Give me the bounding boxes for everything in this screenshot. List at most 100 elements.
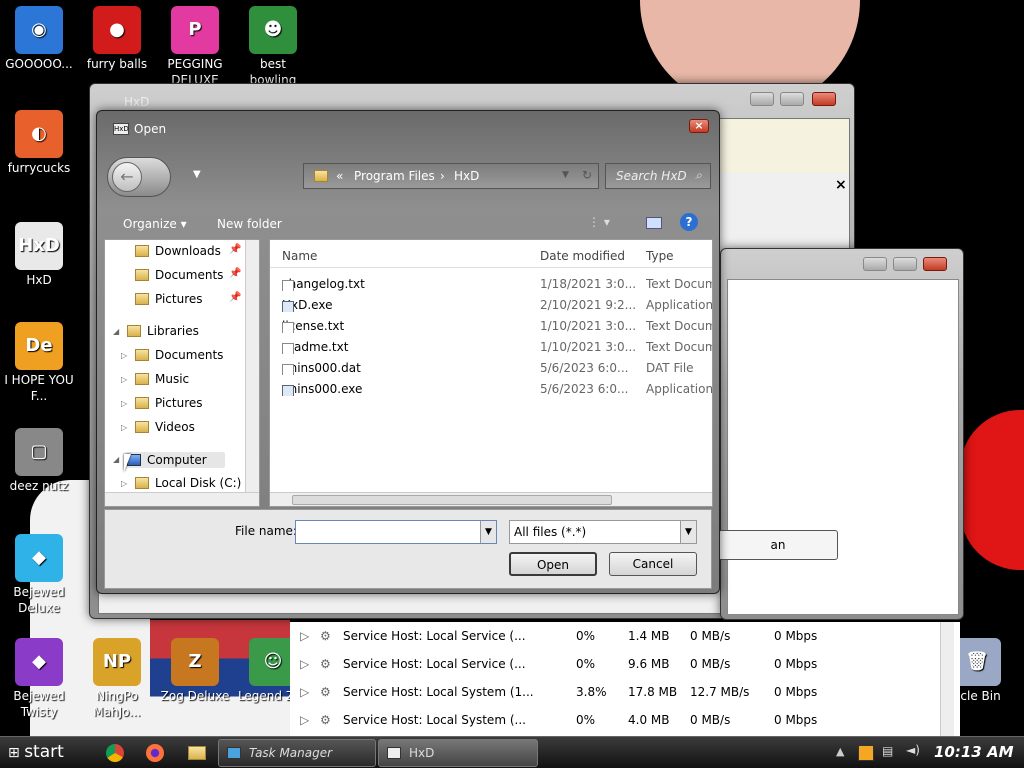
desktop-icon[interactable]: Z Zog Deluxe [158, 638, 232, 704]
desktop-icon[interactable]: NP NingPo MahJo... [80, 638, 154, 720]
list-item[interactable]: HxD.exe 2/10/2021 9:2... Application [270, 295, 712, 316]
tree-expand-icon[interactable]: ▷ [121, 479, 127, 488]
column-name[interactable]: Name [282, 249, 317, 263]
list-item[interactable]: license.txt 1/10/2021 3:0... Text Docume [270, 316, 712, 337]
desktop-icon[interactable]: ☻ best bowling [236, 6, 310, 88]
file-list[interactable]: Name Date modified Type changelog.txt 1/1… [269, 239, 713, 507]
search-input[interactable]: Search HxD ⌕ [605, 163, 711, 189]
volume-icon[interactable]: ◄) [906, 743, 920, 757]
desktop-icon[interactable]: HxD HxD [2, 222, 76, 288]
address-bar[interactable]: « Program Files › HxD ▼ ↻ [303, 163, 599, 189]
expand-chevron-icon[interactable]: ▷ [300, 629, 309, 643]
nav-item[interactable]: Documents 📌 [135, 268, 241, 282]
breadcrumb-overflow[interactable]: « [336, 169, 343, 183]
tree-expand-icon[interactable]: ◢ [113, 455, 119, 464]
list-item[interactable]: readme.txt 1/10/2021 3:0... Text Docume [270, 337, 712, 358]
tree-expand-icon[interactable]: ▷ [121, 375, 127, 384]
breadcrumb-program-files[interactable]: Program Files [354, 169, 435, 183]
file-hscrollbar[interactable] [270, 492, 712, 506]
tm-minimize-button[interactable] [863, 257, 887, 271]
expand-chevron-icon[interactable]: ▷ [300, 657, 309, 671]
address-dropdown-icon[interactable]: ▼ [562, 170, 569, 180]
open-dialog-close-button[interactable]: × [689, 119, 709, 133]
refresh-icon[interactable]: ↻ [582, 168, 592, 182]
tm-maximize-button[interactable] [893, 257, 917, 271]
desktop-icon[interactable]: ● furry balls [80, 6, 154, 72]
nav-item[interactable]: Downloads 📌 [135, 244, 241, 258]
file-name-dropdown-icon[interactable]: ▼ [480, 521, 496, 543]
cancel-button[interactable]: Cancel [609, 552, 697, 576]
taskbar-item-hxd[interactable]: HxD [378, 739, 538, 767]
tray-chevron-icon[interactable]: ▲ [836, 745, 844, 758]
tm-close-button[interactable] [923, 257, 947, 271]
nav-item[interactable]: Pictures 📌 [135, 292, 241, 306]
breadcrumb-hxd[interactable]: HxD [454, 169, 479, 183]
minimize-button[interactable] [750, 92, 774, 106]
view-options-icon[interactable]: ⋮ ▾ [588, 215, 610, 229]
tree-expand-icon[interactable]: ▷ [121, 351, 127, 360]
close-button[interactable] [812, 92, 836, 106]
tm-partial-button[interactable]: an [718, 530, 838, 560]
network-icon[interactable]: ▤ [882, 744, 893, 758]
process-net: 0 Mbps [774, 713, 818, 727]
list-item[interactable]: changelog.txt 1/18/2021 3:0... Text Docume [270, 274, 712, 295]
desktop-icon[interactable]: ◆ Bejewed Twisty [2, 638, 76, 720]
nav-item[interactable]: ▷ Documents [121, 348, 223, 362]
tree-expand-icon[interactable]: ▷ [121, 423, 127, 432]
chrome-icon[interactable] [106, 744, 124, 762]
new-folder-button[interactable]: New folder [217, 217, 282, 231]
table-row[interactable]: ▷ ⚙ Service Host: Local Service (... 0% 1.4 … [290, 622, 950, 650]
nav-hscrollbar[interactable] [105, 492, 259, 506]
table-row[interactable]: ▷ ⚙ Service Host: Local Service (... 0% 9.6 … [290, 650, 950, 678]
table-row[interactable]: ▷ ⚙ Service Host: Local System (... 0% 4.0 M… [290, 706, 950, 734]
nav-item[interactable]: ▷ Music [121, 372, 189, 386]
process-list-scrollbar[interactable] [940, 622, 954, 736]
desktop-icon[interactable]: ▢ deez nutz [2, 428, 76, 494]
pin-icon[interactable]: 📌 [229, 292, 241, 303]
task-manager-window[interactable]: an [718, 248, 964, 620]
pin-icon[interactable]: 📌 [229, 244, 241, 255]
recent-locations-chevron-icon[interactable]: ▼ [193, 169, 201, 180]
nav-item[interactable]: ▷ Local Disk (C:) [121, 476, 241, 490]
clock[interactable]: 10:13 AM [934, 743, 1014, 761]
expand-chevron-icon[interactable]: ▷ [300, 713, 309, 727]
open-dialog[interactable]: HxD Open × ← ▼ « Program Files › HxD ▼ ↻… [96, 110, 720, 594]
maximize-button[interactable] [780, 92, 804, 106]
help-icon[interactable]: ? [680, 213, 698, 231]
file-hscroll-thumb[interactable] [292, 495, 612, 505]
nav-scrollbar[interactable] [245, 240, 259, 492]
nav-item[interactable]: ▷ Pictures [121, 396, 203, 410]
tray-app-icon[interactable] [858, 745, 874, 761]
file-type-dropdown-icon[interactable]: ▼ [680, 521, 696, 543]
pin-icon[interactable]: 📌 [229, 268, 241, 279]
taskbar-item-task-manager[interactable]: Task Manager [218, 739, 376, 767]
organize-button[interactable]: Organize ▾ [123, 217, 187, 231]
desktop-icon[interactable]: P PEGGING DELUXE [158, 6, 232, 88]
folder-icon [135, 293, 149, 305]
tree-expand-icon[interactable]: ▷ [121, 399, 127, 408]
file-name-input[interactable]: ▼ [295, 520, 497, 544]
column-date-modified[interactable]: Date modified [540, 249, 625, 263]
file-type-select[interactable]: All files (*.*) ▼ [509, 520, 697, 544]
desktop-icon[interactable]: ◆ Bejewed Deluxe [2, 534, 76, 616]
firefox-icon[interactable] [146, 744, 164, 762]
open-button[interactable]: Open [509, 552, 597, 576]
preview-pane-icon[interactable] [646, 217, 662, 229]
expand-chevron-icon[interactable]: ▷ [300, 685, 309, 699]
desktop-icon[interactable]: ◉ GOOOOO... [2, 6, 76, 72]
tree-expand-icon[interactable]: ◢ [113, 327, 119, 336]
hxd-tab-close-icon[interactable]: × [835, 177, 847, 193]
table-row[interactable]: ▷ ⚙ Service Host: Local System (1... 3.8% 17… [290, 678, 950, 706]
start-button[interactable]: ⊞ start [0, 737, 88, 768]
nav-item[interactable]: ▷ Videos [121, 420, 195, 434]
column-type[interactable]: Type [646, 249, 674, 263]
back-button[interactable]: ← [107, 157, 171, 197]
nav-item[interactable]: ◢ Computer [113, 452, 225, 468]
desktop-icon[interactable]: ◐ furrycucks [2, 110, 76, 176]
nav-item[interactable]: ◢ Libraries [113, 324, 199, 338]
list-item[interactable]: unins000.dat 5/6/2023 6:0... DAT File [270, 358, 700, 379]
taskbar: ⊞ start Task Manager HxD ▲ ▤ ◄) 10:13 AM [0, 736, 1024, 768]
explorer-icon[interactable] [188, 746, 206, 760]
desktop-icon[interactable]: De I HOPE YOU F... [2, 322, 76, 404]
list-item[interactable]: unins000.exe 5/6/2023 6:0... Application [270, 379, 712, 400]
